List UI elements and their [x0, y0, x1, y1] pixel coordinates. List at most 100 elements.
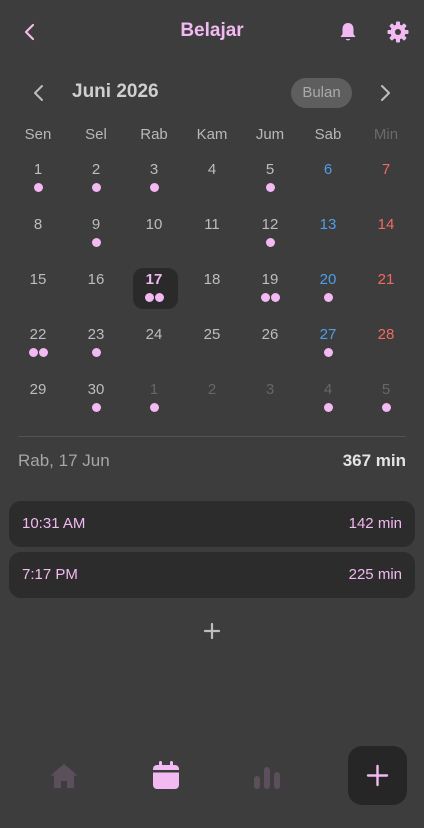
calendar-day[interactable]: 1 [125, 367, 183, 422]
day-number: 22 [29, 326, 47, 343]
session-dots [9, 348, 67, 357]
session-dots [125, 403, 183, 412]
calendar-day[interactable]: 24 [125, 312, 183, 367]
calendar-day[interactable]: 22 [9, 312, 67, 367]
home-icon[interactable] [48, 760, 80, 792]
day-number: 16 [87, 271, 105, 288]
calendar-day[interactable]: 4 [299, 367, 357, 422]
day-number: 2 [91, 161, 101, 178]
day-number: 1 [149, 381, 159, 398]
calendar-day[interactable]: 30 [67, 367, 125, 422]
calendar-day[interactable]: 23 [67, 312, 125, 367]
calendar-day[interactable]: 20 [299, 257, 357, 312]
month-label: Juni 2026 [72, 81, 159, 102]
day-number: 11 [204, 216, 220, 233]
stats-icon[interactable] [251, 760, 283, 792]
session-dots [299, 348, 357, 357]
day-number: 28 [377, 326, 395, 343]
chevron-right-icon[interactable] [374, 82, 396, 104]
calendar-icon[interactable] [150, 759, 182, 791]
session-dot [149, 403, 159, 412]
weekday-label: Sel [85, 126, 107, 143]
session-duration: 225 min [348, 566, 402, 583]
calendar-day[interactable]: 21 [357, 257, 415, 312]
session-item[interactable]: 10:31 AM 142 min [9, 501, 415, 547]
day-number: 1 [33, 161, 43, 178]
calendar-day[interactable]: 26 [241, 312, 299, 367]
add-session-icon[interactable] [200, 619, 224, 643]
calendar-day[interactable]: 18 [183, 257, 241, 312]
selected-date: Rab, 17 Jun [18, 451, 110, 470]
session-dot [323, 293, 333, 302]
view-mode-button[interactable]: Bulan [291, 78, 352, 108]
calendar-day[interactable]: 1 [9, 147, 67, 202]
calendar-day[interactable]: 12 [241, 202, 299, 257]
calendar-day[interactable]: 5 [357, 367, 415, 422]
session-dots [67, 183, 125, 192]
calendar-day[interactable]: 2 [67, 147, 125, 202]
calendar-day[interactable]: 15 [9, 257, 67, 312]
calendar-day[interactable]: 3 [125, 147, 183, 202]
session-dots [357, 403, 415, 412]
calendar-day[interactable]: 4 [183, 147, 241, 202]
session-dots [241, 183, 299, 192]
weekday-label: Sab [314, 126, 342, 143]
session-dot [265, 238, 275, 247]
calendar-day[interactable]: 9 [67, 202, 125, 257]
gear-icon[interactable] [386, 20, 410, 44]
calendar-day[interactable]: 16 [67, 257, 125, 312]
session-dot [154, 293, 164, 302]
weekday-label: Jum [255, 126, 285, 143]
weekday-label: Min [373, 126, 399, 143]
plus-icon [366, 764, 389, 787]
day-summary: Rab, 17 Jun 367 min [18, 451, 406, 473]
calendar-day[interactable]: 27 [299, 312, 357, 367]
day-number: 12 [261, 216, 279, 233]
calendar-day[interactable]: 6 [299, 147, 357, 202]
calendar-day[interactable]: 14 [357, 202, 415, 257]
session-dots [125, 183, 183, 192]
session-time: 7:17 PM [22, 566, 78, 583]
day-number: 29 [29, 381, 47, 398]
calendar-day[interactable]: 7 [357, 147, 415, 202]
day-number: 13 [319, 216, 337, 233]
session-dot [149, 183, 159, 192]
session-dots [241, 238, 299, 247]
calendar-day[interactable]: 13 [299, 202, 357, 257]
day-number: 20 [319, 271, 337, 288]
calendar-day[interactable]: 5 [241, 147, 299, 202]
session-dot [260, 293, 270, 302]
session-dot [91, 403, 101, 412]
day-number: 14 [377, 216, 395, 233]
calendar-day[interactable]: 11 [183, 202, 241, 257]
calendar-day[interactable]: 19 [241, 257, 299, 312]
day-number: 8 [33, 216, 43, 233]
day-number: 27 [319, 326, 337, 343]
weekday-label: Rab [140, 126, 168, 143]
session-dot [265, 183, 275, 192]
calendar-day[interactable]: 28 [357, 312, 415, 367]
calendar-grid: 1 2 3 4 5 6 7 8 9 10 11 12 13 14 15 16 17 18 19 20 21 22 23 24 2… [9, 147, 415, 422]
calendar-day[interactable]: 25 [183, 312, 241, 367]
day-number: 30 [87, 381, 105, 398]
weekday-label: Kam [196, 126, 228, 143]
chevron-left-icon[interactable] [28, 82, 50, 104]
calendar-day[interactable]: 10 [125, 202, 183, 257]
add-button[interactable] [348, 746, 407, 805]
session-dot [381, 403, 391, 412]
divider [18, 436, 406, 437]
bell-icon[interactable] [336, 20, 360, 44]
calendar-day[interactable]: 2 [183, 367, 241, 422]
day-number: 25 [203, 326, 221, 343]
session-item[interactable]: 7:17 PM 225 min [9, 552, 415, 598]
session-dots [299, 293, 357, 302]
session-duration: 142 min [348, 515, 402, 532]
calendar-day[interactable]: 3 [241, 367, 299, 422]
session-dot [323, 348, 333, 357]
calendar-day[interactable]: 29 [9, 367, 67, 422]
calendar-day-selected[interactable]: 17 [125, 257, 183, 312]
day-number: 4 [207, 161, 217, 178]
calendar-day[interactable]: 8 [9, 202, 67, 257]
day-number: 17 [145, 271, 163, 288]
session-dot [38, 348, 48, 357]
